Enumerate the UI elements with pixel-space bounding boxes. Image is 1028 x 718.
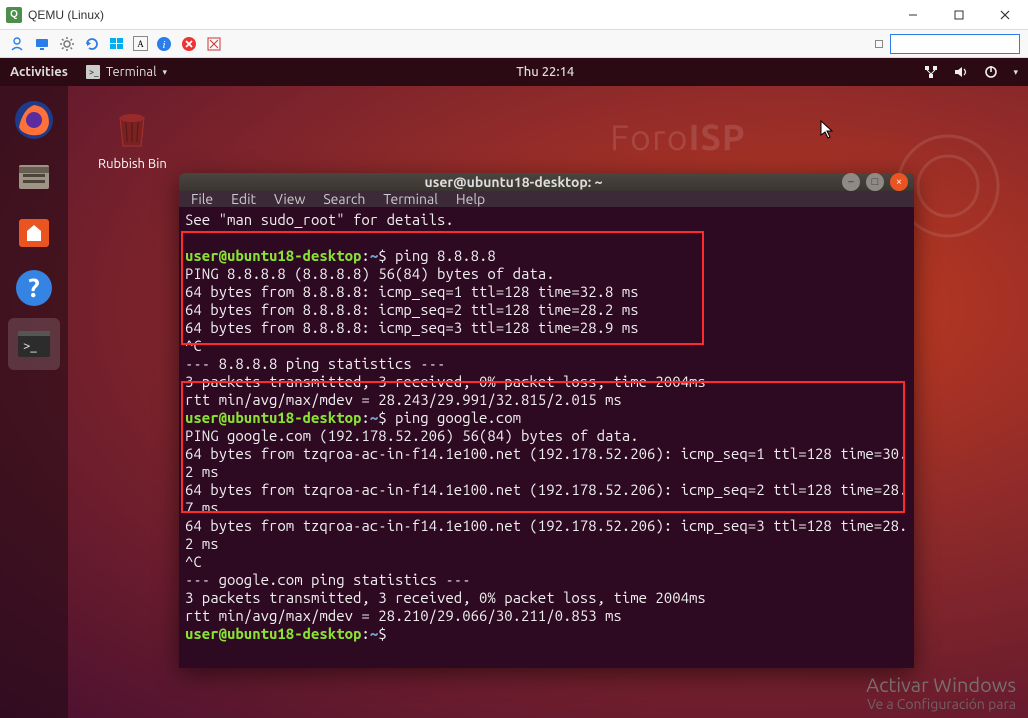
host-window-titlebar: Q QEMU (Linux): [0, 0, 1028, 30]
qemu-toolbar: A i: [0, 30, 1028, 58]
toolbar-indicator: [875, 40, 883, 48]
terminal-minimize-button[interactable]: –: [842, 173, 860, 191]
trash-icon: [108, 104, 156, 152]
user-icon[interactable]: [8, 35, 26, 53]
windows-activation-watermark: Activar Windows Ve a Configuración para: [866, 673, 1016, 712]
svg-text:>_: >_: [23, 339, 37, 353]
activities-button[interactable]: Activities: [10, 65, 68, 79]
vm-viewport[interactable]: Activities >_ Terminal ▾ Thu 22:14 ▾ For…: [0, 58, 1028, 718]
dock-help[interactable]: ?: [8, 262, 60, 314]
cursor-icon: [820, 120, 834, 144]
terminal-menu-help[interactable]: Help: [456, 191, 485, 207]
terminal-title: user@ubuntu18-desktop: ~: [185, 174, 842, 190]
terminal-icon: >_: [86, 65, 100, 79]
svg-text:i: i: [162, 39, 165, 51]
terminal-maximize-button[interactable]: □: [866, 173, 884, 191]
terminal-window[interactable]: user@ubuntu18-desktop: ~ – □ × File Edit V…: [179, 173, 914, 668]
qemu-app-icon: Q: [6, 7, 22, 23]
dock-terminal[interactable]: >_: [8, 318, 60, 370]
terminal-titlebar[interactable]: user@ubuntu18-desktop: ~ – □ ×: [179, 173, 914, 191]
clock[interactable]: Thu 22:14: [167, 65, 923, 79]
ubuntu-dock: ? >_: [0, 86, 68, 718]
toolbar-search-input[interactable]: [890, 34, 1020, 54]
rubbish-bin-desktop-icon[interactable]: Rubbish Bin: [98, 104, 167, 171]
network-icon[interactable]: [923, 64, 939, 80]
maximize-button[interactable]: [936, 0, 982, 30]
highlight-box-ping-domain: [181, 381, 905, 513]
terminal-body[interactable]: See "man sudo_root" for details. user@ub…: [179, 207, 914, 668]
dock-firefox[interactable]: [8, 94, 60, 146]
app-menu[interactable]: >_ Terminal ▾: [86, 65, 167, 79]
gear-icon[interactable]: [58, 35, 76, 53]
ubuntu-desktop[interactable]: ForoISP ? >_: [0, 86, 1028, 718]
stop-icon[interactable]: [180, 35, 198, 53]
minimize-button[interactable]: [890, 0, 936, 30]
volume-icon[interactable]: [953, 64, 969, 80]
ubuntu-top-bar: Activities >_ Terminal ▾ Thu 22:14 ▾: [0, 58, 1028, 86]
chevron-down-icon[interactable]: ▾: [1013, 67, 1018, 78]
power-icon[interactable]: [983, 64, 999, 80]
terminal-menu-edit[interactable]: Edit: [231, 191, 256, 207]
terminal-menu-terminal[interactable]: Terminal: [383, 191, 438, 207]
svg-text:?: ?: [28, 273, 39, 302]
info-icon[interactable]: i: [155, 35, 173, 53]
host-window-title: QEMU (Linux): [28, 8, 890, 22]
dock-files[interactable]: [8, 150, 60, 202]
close-button[interactable]: [982, 0, 1028, 30]
windows-logo-icon[interactable]: [108, 35, 126, 53]
system-tray: ▾: [923, 64, 1018, 80]
terminal-menu-view[interactable]: View: [274, 191, 305, 207]
disk-a-icon[interactable]: A: [133, 36, 148, 51]
monitor-icon[interactable]: [33, 35, 51, 53]
rubbish-bin-label: Rubbish Bin: [98, 157, 167, 171]
foroisp-watermark: ForoISP: [610, 116, 746, 157]
terminal-menubar: File Edit View Search Terminal Help: [179, 191, 914, 207]
terminal-menu-file[interactable]: File: [191, 191, 213, 207]
highlight-box-ping-ip: [181, 231, 704, 345]
debug-icon[interactable]: [205, 35, 223, 53]
terminal-menu-search[interactable]: Search: [323, 191, 365, 207]
dock-software[interactable]: [8, 206, 60, 258]
terminal-close-button[interactable]: ×: [890, 173, 908, 191]
app-menu-label: Terminal: [106, 65, 157, 79]
reload-icon[interactable]: [83, 35, 101, 53]
svg-text:>_: >_: [89, 67, 99, 77]
